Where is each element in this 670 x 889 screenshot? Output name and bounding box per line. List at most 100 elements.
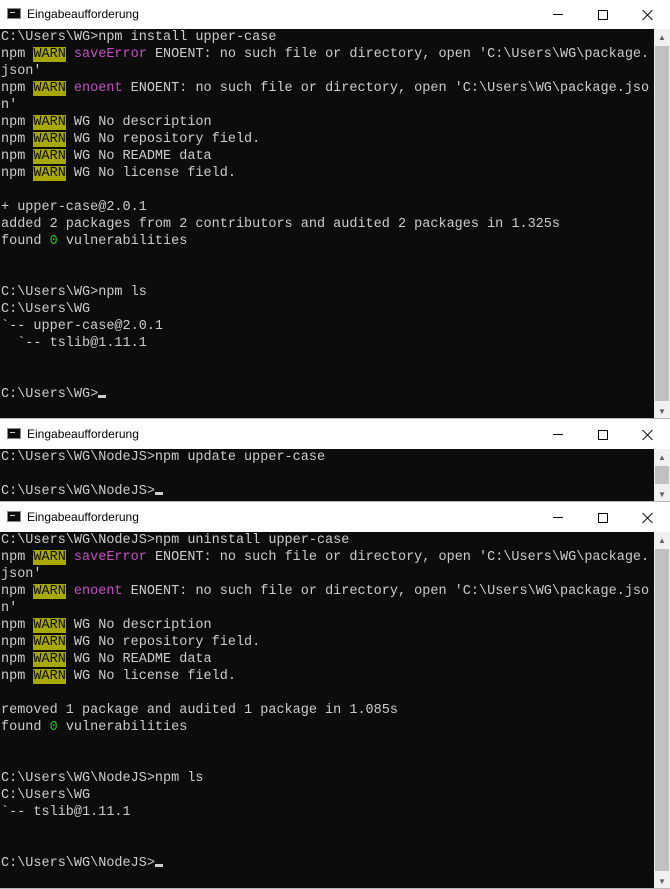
console-text: WG No repository field.: [65, 132, 261, 147]
console-line: npm WARN WG No README data: [1, 651, 649, 668]
vertical-scrollbar[interactable]: ▲ ▼: [654, 29, 670, 418]
title-bar[interactable]: Eingabeaufforderung: [0, 0, 670, 29]
minimize-icon: [552, 14, 563, 15]
console-line: C:\Users\WG>: [1, 386, 649, 403]
console-line: `-- tslib@1.11.1: [1, 804, 649, 821]
maximize-button[interactable]: [580, 420, 625, 449]
warn-badge: WARN: [33, 47, 66, 62]
console-line: C:\Users\WG: [1, 787, 649, 804]
console-line: C:\Users\WG\NodeJS>: [1, 855, 649, 872]
console-lines: C:\Users\WG>npm install upper-case npm WA…: [1, 29, 649, 403]
scroll-up-icon[interactable]: ▲: [654, 532, 670, 548]
console-icon[interactable]: [7, 428, 21, 439]
console-line: npm WARN WG No description: [1, 114, 649, 131]
console-window-uninstall: Eingabeaufforderung C:\Users\WG\NodeJS>n…: [0, 503, 670, 889]
scroll-up-icon[interactable]: ▲: [654, 449, 670, 465]
console-text: npm: [1, 652, 34, 667]
close-button[interactable]: [625, 420, 670, 449]
console-icon[interactable]: [7, 511, 21, 522]
console-text: WG No description: [65, 618, 212, 633]
console-text: WG No README data: [65, 652, 212, 667]
warn-badge: WARN: [33, 166, 66, 181]
console-text: npm: [1, 550, 34, 565]
vertical-scrollbar[interactable]: ▲ ▼: [654, 532, 670, 888]
scroll-up-icon[interactable]: ▲: [654, 29, 670, 45]
console-line: npm WARN WG No license field.: [1, 165, 649, 182]
console-text: saveError: [73, 550, 147, 565]
console-window-install: Eingabeaufforderung C:\Users\WG>npm inst…: [0, 0, 670, 419]
text-cursor: [154, 864, 163, 867]
console-text: vulnerabilities: [57, 720, 188, 735]
console-text: ENOENT: no such file or directory, open …: [146, 550, 650, 565]
maximize-icon: [597, 9, 608, 20]
warn-badge: WARN: [33, 81, 66, 96]
console-text: npm: [1, 618, 34, 633]
console-line: C:\Users\WG\NodeJS>npm uninstall upper-c…: [1, 532, 649, 549]
warn-badge: WARN: [33, 584, 66, 599]
console-text: n': [1, 98, 18, 113]
maximize-button[interactable]: [580, 0, 625, 29]
scroll-down-icon[interactable]: ▼: [654, 403, 670, 418]
close-icon: [642, 429, 653, 440]
console-text: C:\Users\WG\NodeJS>npm uninstall upper-c…: [1, 533, 350, 548]
vertical-scrollbar[interactable]: ▲ ▼: [654, 449, 670, 501]
console-line: npm WARN WG No repository field.: [1, 131, 649, 148]
console-text: WG No repository field.: [65, 635, 261, 650]
console-text: C:\Users\WG\NodeJS>npm update upper-case: [1, 450, 326, 465]
console-line: `-- upper-case@2.0.1: [1, 318, 649, 335]
maximize-button[interactable]: [580, 503, 625, 532]
console-text: WG No license field.: [65, 166, 236, 181]
console-text: vulnerabilities: [57, 234, 188, 249]
console-text: ENOENT: no such file or directory, open …: [146, 47, 650, 62]
console-line: npm WARN WG No README data: [1, 148, 649, 165]
console-line: found 0 vulnerabilities: [1, 233, 649, 250]
console-text: json': [1, 567, 42, 582]
console-line: npm WARN enoent ENOENT: no such file or …: [1, 583, 649, 600]
console-text: C:\Users\WG: [1, 302, 91, 317]
console-line: C:\Users\WG\NodeJS>: [1, 483, 325, 500]
console-output[interactable]: C:\Users\WG\NodeJS>npm uninstall upper-c…: [0, 532, 654, 888]
minimize-button[interactable]: [535, 503, 580, 532]
console-line: json': [1, 566, 649, 583]
console-text: C:\Users\WG\NodeJS>npm ls: [1, 771, 204, 786]
warn-badge: WARN: [33, 618, 66, 633]
console-text: n': [1, 601, 18, 616]
console-icon[interactable]: [7, 8, 21, 19]
scrollbar-thumb[interactable]: [655, 466, 669, 484]
console-text: removed 1 package and audited 1 package …: [1, 703, 398, 718]
console-text: WG No README data: [65, 149, 212, 164]
warn-badge: WARN: [33, 149, 66, 164]
console-line: C:\Users\WG>npm ls: [1, 284, 649, 301]
title-bar[interactable]: Eingabeaufforderung: [0, 503, 670, 532]
console-output[interactable]: C:\Users\WG>npm install upper-case npm WA…: [0, 29, 654, 418]
minimize-icon: [552, 517, 563, 518]
minimize-button[interactable]: [535, 420, 580, 449]
scrollbar-thumb[interactable]: [655, 549, 669, 871]
window-title: Eingabeaufforderung: [27, 510, 139, 524]
warn-badge: WARN: [33, 669, 66, 684]
maximize-icon: [597, 512, 608, 523]
window-title: Eingabeaufforderung: [27, 427, 139, 441]
console-line: npm WARN WG No description: [1, 617, 649, 634]
close-button[interactable]: [625, 503, 670, 532]
console-output[interactable]: C:\Users\WG\NodeJS>npm update upper-case…: [0, 449, 654, 501]
scroll-down-icon[interactable]: ▼: [654, 873, 670, 888]
console-text: saveError: [73, 47, 147, 62]
minimize-button[interactable]: [535, 0, 580, 29]
title-bar[interactable]: Eingabeaufforderung: [0, 420, 670, 449]
scroll-down-icon[interactable]: ▼: [654, 486, 670, 501]
console-text: npm: [1, 132, 34, 147]
console-text: npm: [1, 584, 34, 599]
console-text: enoent: [73, 81, 123, 96]
close-button[interactable]: [625, 0, 670, 29]
scrollbar-thumb[interactable]: [655, 46, 669, 401]
warn-badge: WARN: [33, 652, 66, 667]
